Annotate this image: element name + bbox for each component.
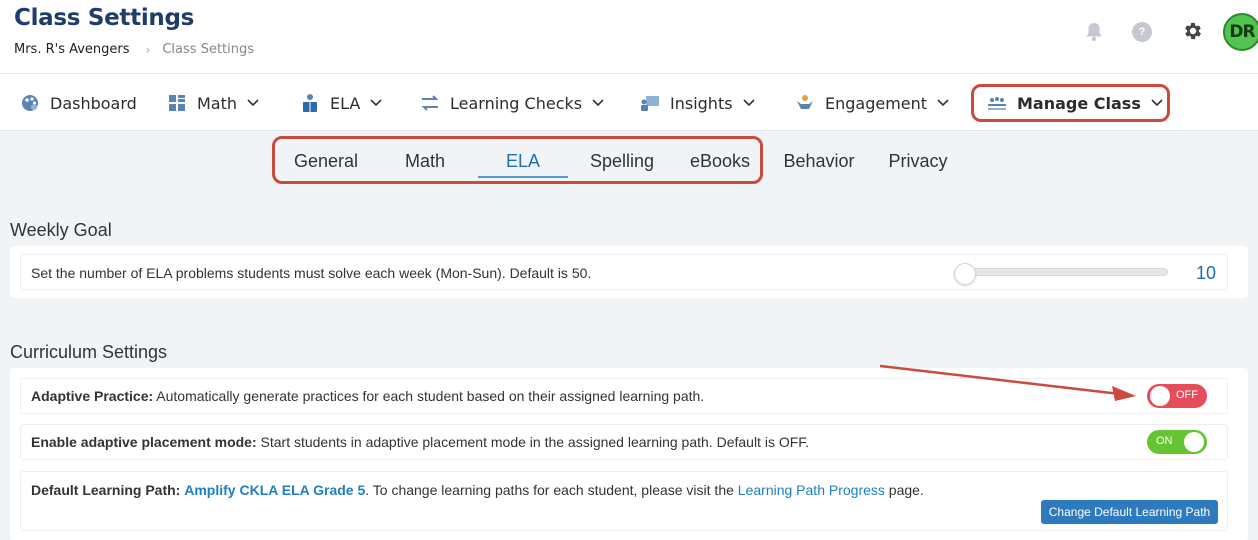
weekly-goal-slider-track[interactable] bbox=[954, 268, 1168, 276]
chevron-down-icon bbox=[370, 97, 382, 109]
adaptive-practice-description: Automatically generate practices for eac… bbox=[153, 388, 705, 404]
nav-ela[interactable]: ELA bbox=[300, 90, 382, 116]
reader-icon bbox=[300, 93, 320, 113]
adaptive-practice-label: Adaptive Practice: bbox=[31, 388, 154, 404]
hands-icon bbox=[795, 93, 815, 113]
toggle-state-label: OFF bbox=[1176, 389, 1198, 401]
default-path-text-after: page. bbox=[884, 482, 924, 498]
tab-ela[interactable]: ELA bbox=[478, 148, 568, 174]
nav-insights-label: Insights bbox=[670, 93, 733, 113]
weekly-goal-description: Set the number of ELA problems students … bbox=[31, 265, 592, 281]
nav-ela-label: ELA bbox=[330, 93, 361, 113]
app-header: Class Settings Mrs. R's Avengers › Class… bbox=[0, 0, 1258, 74]
toggle-knob bbox=[1150, 386, 1170, 406]
nav-learning-checks-label: Learning Checks bbox=[450, 93, 583, 113]
weekly-goal-value: 10 bbox=[1196, 263, 1217, 283]
chevron-down-icon bbox=[592, 97, 604, 109]
tab-spelling[interactable]: Spelling bbox=[582, 148, 662, 174]
bell-icon[interactable] bbox=[1082, 20, 1106, 44]
toggle-knob bbox=[1184, 432, 1204, 452]
chevron-down-icon bbox=[247, 97, 259, 109]
breadcrumb-separator: › bbox=[145, 42, 151, 57]
nav-insights[interactable]: Insights bbox=[640, 90, 755, 116]
header-actions: ? DR bbox=[1038, 10, 1258, 54]
gear-icon[interactable] bbox=[1180, 18, 1206, 44]
placement-mode-label: Enable adaptive placement mode: bbox=[31, 434, 257, 450]
main-nav: Dashboard Math ELA Learning Checks Insig… bbox=[0, 74, 1258, 131]
page-title: Class Settings bbox=[14, 5, 195, 31]
default-path-text-before: . To change learning paths for each stud… bbox=[365, 482, 738, 498]
user-avatar[interactable]: DR bbox=[1223, 13, 1258, 51]
adaptive-practice-text: Adaptive Practice: Automatically generat… bbox=[31, 388, 704, 404]
placement-mode-description: Start students in adaptive placement mod… bbox=[256, 434, 810, 450]
adaptive-practice-toggle[interactable]: OFF bbox=[1147, 384, 1207, 408]
breadcrumb-class-link[interactable]: Mrs. R's Avengers bbox=[14, 42, 130, 57]
nav-manage-class[interactable]: Manage Class bbox=[987, 90, 1163, 116]
nav-manage-class-label: Manage Class bbox=[1017, 93, 1141, 113]
chevron-down-icon bbox=[742, 97, 755, 109]
default-path-text: Default Learning Path: Amplify CKLA ELA … bbox=[31, 482, 924, 498]
nav-dashboard[interactable]: Dashboard bbox=[20, 90, 137, 116]
weekly-goal-slider-thumb[interactable] bbox=[954, 263, 976, 285]
chevron-down-icon bbox=[937, 97, 949, 109]
presentation-icon bbox=[640, 93, 660, 113]
default-path-label: Default Learning Path: bbox=[31, 482, 181, 498]
nav-engagement-label: Engagement bbox=[825, 93, 928, 113]
help-icon[interactable]: ? bbox=[1132, 22, 1152, 42]
tab-behavior[interactable]: Behavior bbox=[776, 148, 862, 174]
placement-mode-toggle[interactable]: ON bbox=[1147, 430, 1207, 454]
breadcrumb-current: Class Settings bbox=[162, 42, 255, 57]
toggle-state-label: ON bbox=[1156, 435, 1173, 447]
placement-mode-row: Enable adaptive placement mode: Start st… bbox=[20, 424, 1228, 460]
breadcrumb: Mrs. R's Avengers › Class Settings bbox=[14, 42, 254, 57]
tab-privacy[interactable]: Privacy bbox=[882, 148, 954, 174]
weekly-goal-title: Weekly Goal bbox=[10, 220, 112, 240]
tab-ebooks[interactable]: eBooks bbox=[682, 148, 758, 174]
learning-path-progress-link[interactable]: Learning Path Progress bbox=[738, 482, 885, 498]
nav-engagement[interactable]: Engagement bbox=[795, 90, 949, 116]
adaptive-practice-row: Adaptive Practice: Automatically generat… bbox=[20, 378, 1228, 414]
swap-arrows-icon bbox=[420, 93, 440, 113]
nav-dashboard-label: Dashboard bbox=[50, 93, 137, 113]
chevron-down-icon bbox=[1151, 97, 1163, 109]
nav-learning-checks[interactable]: Learning Checks bbox=[420, 90, 604, 116]
tab-general[interactable]: General bbox=[286, 148, 366, 174]
default-path-name[interactable]: Amplify CKLA ELA Grade 5 bbox=[184, 482, 365, 498]
nav-math-label: Math bbox=[197, 93, 238, 113]
change-default-path-button[interactable]: Change Default Learning Path bbox=[1041, 500, 1218, 524]
tab-math[interactable]: Math bbox=[395, 148, 455, 174]
nav-math[interactable]: Math bbox=[167, 90, 259, 116]
active-tab-indicator bbox=[478, 176, 568, 178]
placement-mode-text: Enable adaptive placement mode: Start st… bbox=[31, 434, 809, 450]
grid-icon bbox=[167, 93, 187, 113]
palette-icon bbox=[20, 93, 40, 113]
group-icon bbox=[987, 93, 1007, 113]
curriculum-settings-title: Curriculum Settings bbox=[10, 342, 168, 362]
